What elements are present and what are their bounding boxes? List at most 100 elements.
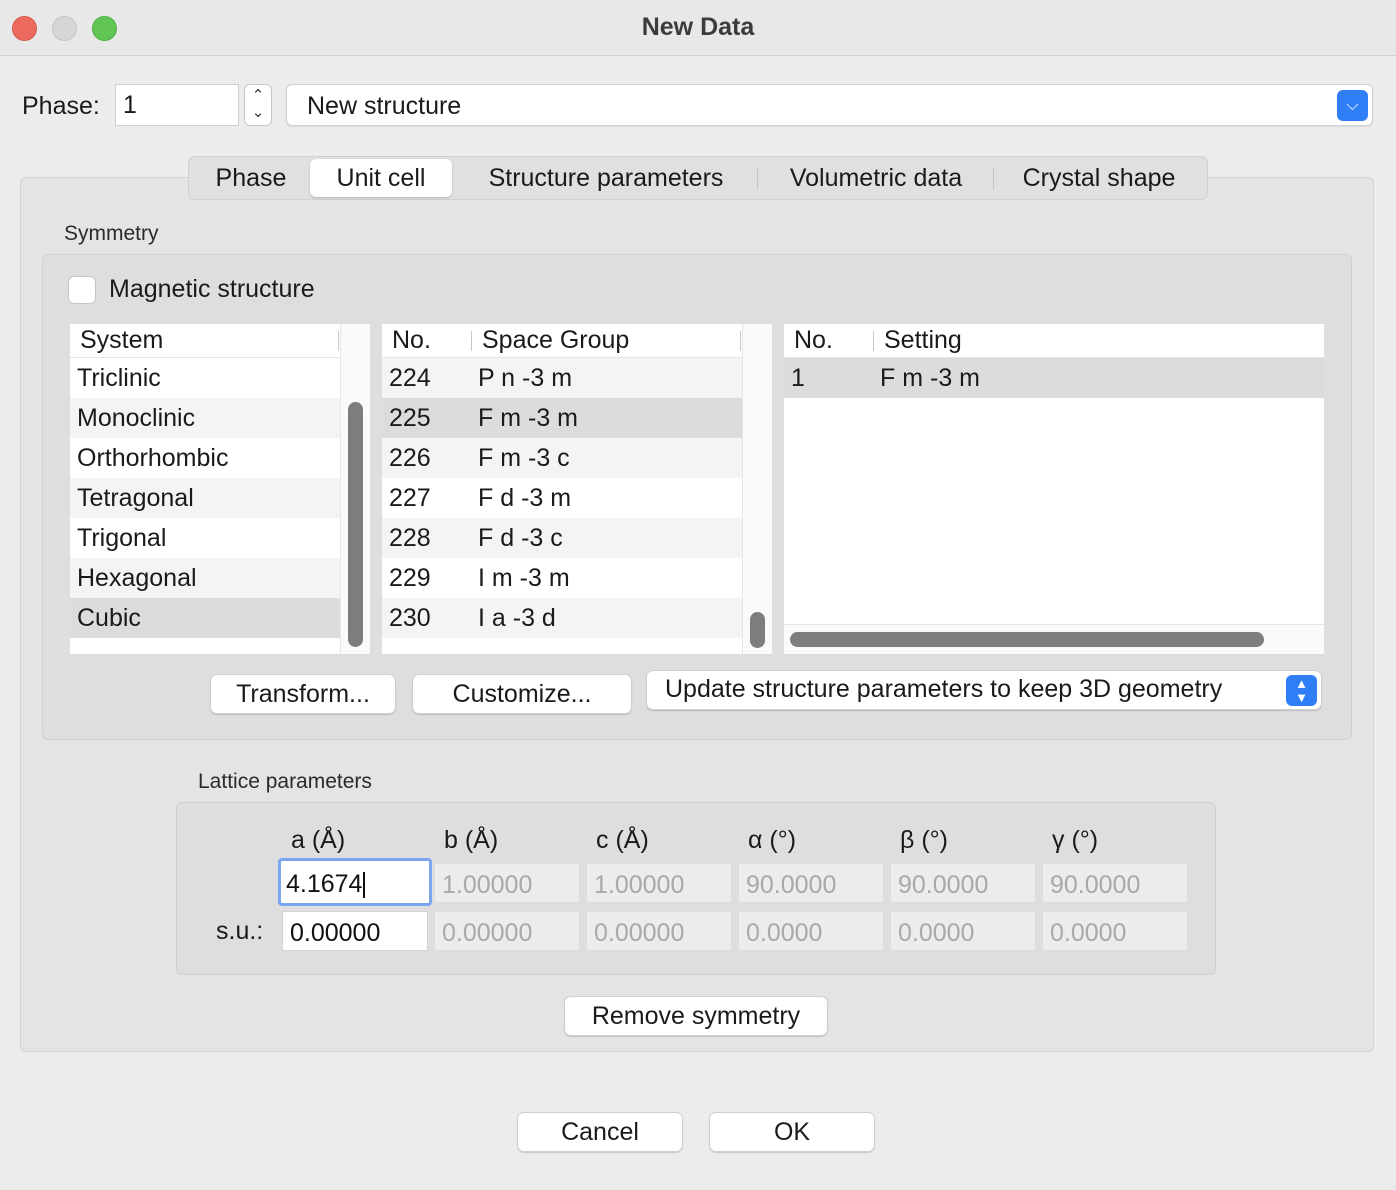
list-item[interactable]: Monoclinic	[70, 398, 340, 438]
list-item[interactable]: Triclinic	[70, 358, 340, 398]
lattice-alpha-input[interactable]: 90.0000	[738, 863, 884, 903]
system-name: Orthorhombic	[77, 444, 229, 472]
column-separator	[873, 331, 874, 351]
column-separator	[471, 331, 472, 351]
space-group-no: 230	[389, 604, 431, 632]
setting-list-header: No. Setting	[784, 324, 1324, 358]
chevron-down-icon[interactable]: ⌵	[1337, 90, 1368, 121]
space-group-no: 228	[389, 524, 431, 552]
table-row[interactable]: 227 F d -3 m	[382, 478, 742, 518]
space-group-name: F d -3 m	[478, 484, 572, 512]
su-c-input[interactable]: 0.00000	[586, 911, 732, 951]
setting-name-header[interactable]: Setting	[884, 326, 962, 355]
column-separator	[740, 331, 741, 351]
window-title: New Data	[641, 13, 755, 41]
space-group-list: No. Space Group 224 P n -3 m 225 F m -3 m …	[382, 324, 772, 654]
setting-no: 1	[791, 364, 805, 392]
tab-structure-parameters[interactable]: Structure parameters	[461, 159, 751, 197]
lattice-a-input[interactable]: 4.1674	[278, 858, 432, 906]
table-row[interactable]: 224 P n -3 m	[382, 358, 742, 398]
remove-symmetry-button[interactable]: Remove symmetry	[564, 996, 828, 1036]
space-group-no: 225	[389, 404, 431, 432]
cancel-button[interactable]: Cancel	[517, 1112, 683, 1152]
chevron-down-icon[interactable]: ⌄	[245, 105, 271, 121]
lattice-header-c: c (Å)	[596, 826, 649, 854]
system-name: Triclinic	[77, 364, 161, 392]
space-group-no: 226	[389, 444, 431, 472]
tab-volumetric-data[interactable]: Volumetric data	[763, 159, 989, 197]
tab-crystal-shape[interactable]: Crystal shape	[999, 159, 1199, 197]
structure-combo-value: New structure	[307, 92, 462, 120]
text-caret	[363, 872, 366, 899]
space-group-name: F d -3 c	[478, 524, 563, 552]
space-group-list-scroll-thumb[interactable]	[750, 612, 765, 648]
system-name: Trigonal	[77, 524, 167, 552]
structure-combo[interactable]: New structure ⌵	[286, 84, 1373, 126]
magnetic-structure-checkbox[interactable]	[68, 276, 96, 304]
system-column-header[interactable]: System	[80, 326, 163, 355]
system-list-scroll-thumb[interactable]	[348, 402, 363, 647]
tab-bar: Phase Unit cell Structure parameters Vol…	[188, 156, 1208, 200]
up-down-chevron-icon[interactable]: ▲ ▼	[1286, 675, 1317, 706]
lattice-b-input[interactable]: 1.00000	[434, 863, 580, 903]
list-item[interactable]: Hexagonal	[70, 558, 340, 598]
table-row-selected[interactable]: 225 F m -3 m	[382, 398, 742, 438]
lattice-c-input[interactable]: 1.00000	[586, 863, 732, 903]
space-group-name: F m -3 c	[478, 444, 570, 472]
setting-name: F m -3 m	[880, 364, 980, 392]
tab-separator	[757, 168, 758, 190]
ok-button[interactable]: OK	[709, 1112, 875, 1152]
column-separator	[338, 331, 339, 351]
symmetry-section-label: Symmetry	[64, 222, 159, 245]
tab-phase[interactable]: Phase	[195, 159, 307, 197]
su-beta-input[interactable]: 0.0000	[890, 911, 1036, 951]
chevron-up-icon[interactable]: ⌃	[245, 88, 271, 104]
lattice-a-value: 4.1674	[286, 870, 363, 898]
space-group-name: I a -3 d	[478, 604, 556, 632]
table-row[interactable]: 230 I a -3 d	[382, 598, 742, 638]
su-gamma-input[interactable]: 0.0000	[1042, 911, 1188, 951]
phase-number-input[interactable]: 1	[115, 84, 239, 126]
phase-stepper[interactable]: ⌃ ⌄	[244, 84, 272, 126]
phase-label: Phase:	[22, 92, 100, 120]
space-group-list-header: No. Space Group	[382, 324, 772, 358]
list-item[interactable]: Trigonal	[70, 518, 340, 558]
list-item-selected[interactable]: Cubic	[70, 598, 340, 638]
space-group-list-scrollbar[interactable]	[742, 324, 772, 654]
update-option-popup[interactable]: Update structure parameters to keep 3D g…	[646, 670, 1322, 710]
su-a-input[interactable]: 0.00000	[282, 911, 428, 951]
system-list: System Triclinic Monoclinic Orthorhombic…	[70, 324, 370, 654]
setting-list-hscroll-thumb[interactable]	[790, 632, 1264, 647]
lattice-header-b: b (Å)	[444, 826, 499, 854]
space-group-name: P n -3 m	[478, 364, 573, 392]
transform-button[interactable]: Transform...	[210, 674, 396, 714]
list-item[interactable]: Tetragonal	[70, 478, 340, 518]
table-row-selected[interactable]: 1 F m -3 m	[784, 358, 1324, 398]
tab-separator	[993, 168, 994, 190]
su-alpha-input[interactable]: 0.0000	[738, 911, 884, 951]
space-group-name: I m -3 m	[478, 564, 570, 592]
lattice-header-beta: β (°)	[900, 826, 948, 854]
lattice-section-label: Lattice parameters	[198, 770, 372, 793]
system-name: Monoclinic	[77, 404, 196, 432]
table-row[interactable]: 229 I m -3 m	[382, 558, 742, 598]
setting-list: No. Setting 1 F m -3 m	[784, 324, 1324, 654]
space-group-name-header[interactable]: Space Group	[482, 326, 629, 355]
su-label: s.u.:	[216, 917, 264, 945]
lattice-beta-input[interactable]: 90.0000	[890, 863, 1036, 903]
setting-no-header[interactable]: No.	[794, 326, 833, 355]
tab-unit-cell[interactable]: Unit cell	[310, 159, 452, 197]
lattice-header-gamma: γ (°)	[1052, 826, 1099, 854]
lattice-header-a: a (Å)	[291, 826, 346, 854]
su-b-input[interactable]: 0.00000	[434, 911, 580, 951]
space-group-no: 224	[389, 364, 431, 392]
space-group-no: 227	[389, 484, 431, 512]
customize-button[interactable]: Customize...	[412, 674, 632, 714]
lattice-gamma-input[interactable]: 90.0000	[1042, 863, 1188, 903]
space-group-name: F m -3 m	[478, 404, 578, 432]
table-row[interactable]: 228 F d -3 c	[382, 518, 742, 558]
title-bar: New Data	[0, 0, 1396, 56]
list-item[interactable]: Orthorhombic	[70, 438, 340, 478]
space-group-no-header[interactable]: No.	[392, 326, 431, 355]
table-row[interactable]: 226 F m -3 c	[382, 438, 742, 478]
